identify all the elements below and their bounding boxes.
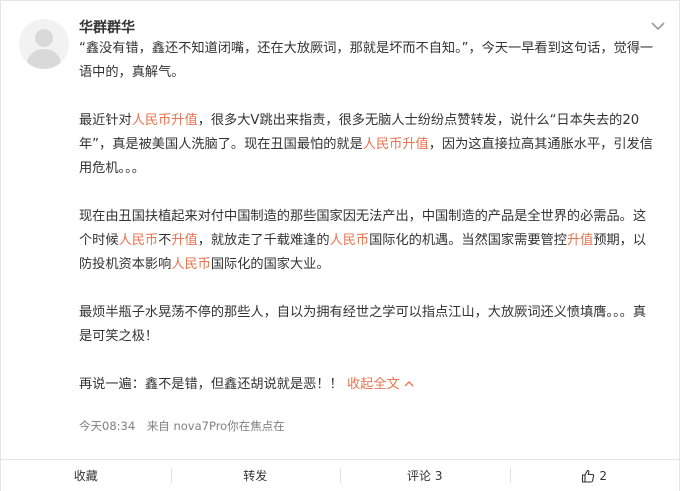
collapse-up-icon [404, 381, 414, 387]
favorite-button[interactable]: 收藏 [1, 460, 171, 491]
topic-link[interactable]: 人民币升值 [132, 113, 198, 128]
chevron-down-icon[interactable] [649, 19, 667, 33]
topic-link[interactable]: 升值 [567, 233, 593, 248]
paragraph-4: 最烦半瓶子水晃荡不停的那些人，自以为拥有经世之学可以指点江山，大放厥词还义愤填膺… [79, 301, 654, 349]
post-content: “鑫没有错，鑫还不知道闭嘴，还在大放厥词，那就是坏而不自知。”，今天一早看到这句… [79, 37, 654, 397]
post-meta: 今天08:34 来自 nova7Pro你在焦点在 [79, 418, 293, 434]
repost-button[interactable]: 转发 [170, 460, 341, 491]
thumbs-up-icon [582, 469, 595, 483]
like-count: 2 [599, 468, 608, 483]
text-segment: 最烦半瓶子水晃荡不停的那些人，自以为拥有经世之学可以指点江山，大放厥词还义愤填膺… [79, 305, 647, 344]
text-segment: ，就放走了千载难逢的 [197, 233, 330, 248]
comment-button[interactable]: 评论 3 [340, 460, 510, 491]
paragraph-1: “鑫没有错，鑫还不知道闭嘴，还在大放厥词，那就是坏而不自知。”，今天一早看到这句… [79, 37, 654, 85]
text-segment: 国际化的国家大业。 [210, 257, 330, 272]
text-segment: “鑫没有错，鑫还不知道闭嘴，还在大放厥词，那就是坏而不自知。”，今天一早看到这句… [79, 41, 654, 80]
avatar[interactable] [19, 19, 69, 69]
topic-link[interactable]: 人民币 [330, 233, 370, 248]
username[interactable]: 华群群华 [79, 17, 135, 37]
topic-link[interactable]: 人民币升值 [363, 137, 429, 152]
text-segment: 最近针对 [79, 113, 132, 128]
collapse-full-text-link[interactable]: 收起全文 [347, 377, 414, 392]
timestamp[interactable]: 今天08:34 [79, 419, 135, 433]
paragraph-2: 最近针对人民币升值，很多大V跳出来指责，很多无脑人士纷纷点赞转发，说什么“日本失… [79, 109, 654, 181]
text-segment: 不 [158, 233, 172, 248]
topic-link[interactable]: 人民币 [119, 233, 159, 248]
topic-link[interactable]: 人民币 [171, 257, 211, 272]
action-bar: 收藏 转发 评论 3 2 [1, 459, 679, 491]
like-button[interactable]: 2 [509, 460, 680, 491]
topic-link[interactable]: 升值 [171, 233, 197, 248]
paragraph-last: 再说一遍：鑫不是错，但鑫还胡说就是恶！！ 收起全文 [79, 373, 654, 397]
source: 来自 nova7Pro你在焦点在 [146, 419, 285, 433]
text-segment: 国际化的机遇。当然国家需要管控 [369, 233, 567, 248]
weibo-post-card: 华群群华 “鑫没有错，鑫还不知道闭嘴，还在大放厥词，那就是坏而不自知。”，今天一… [0, 0, 680, 491]
last-line: 再说一遍：鑫不是错，但鑫还胡说就是恶！！ [79, 377, 343, 392]
paragraph-3: 现在由丑国扶植起来对付中国制造的那些国家因无法产出，中国制造的产品是全世界的必需… [79, 205, 654, 277]
